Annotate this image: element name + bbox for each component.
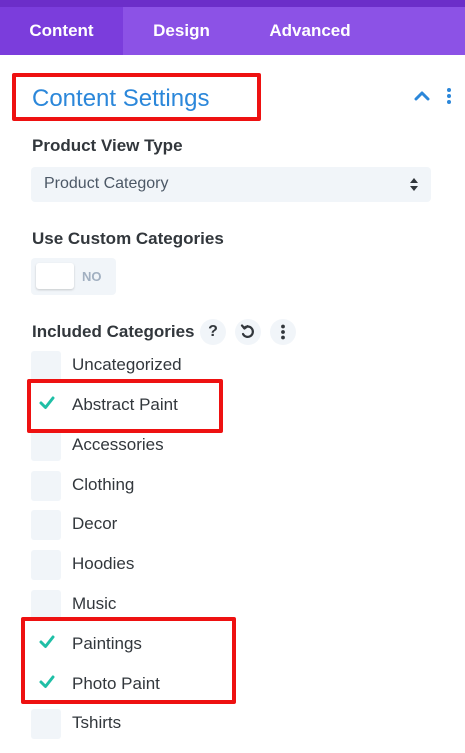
- settings-tab-bar: Content Design Advanced: [0, 0, 465, 55]
- category-label: Hoodies: [72, 554, 135, 573]
- category-label: Music: [72, 594, 117, 613]
- vertical-dots-icon[interactable]: [270, 319, 296, 345]
- category-item-hoodies[interactable]: Hoodies: [31, 550, 331, 580]
- category-label: Accessories: [72, 435, 164, 454]
- category-checkbox[interactable]: [31, 590, 61, 620]
- select-arrows-icon: [409, 176, 419, 193]
- tab-advanced[interactable]: Advanced: [240, 7, 380, 55]
- category-checkbox[interactable]: [31, 510, 61, 540]
- product-view-type-label: Product View Type: [32, 136, 183, 155]
- tab-content[interactable]: Content: [0, 7, 123, 55]
- custom-categories-toggle[interactable]: NO: [31, 258, 116, 295]
- highlight-box: [21, 617, 236, 704]
- highlight-box: [27, 379, 223, 433]
- category-item-uncategorized[interactable]: Uncategorized: [31, 351, 331, 381]
- section-title: Content Settings: [32, 85, 210, 112]
- category-label: Tshirts: [72, 713, 122, 732]
- category-checkbox[interactable]: [31, 431, 61, 461]
- category-item-decor[interactable]: Decor: [31, 510, 331, 540]
- category-item-accessories[interactable]: Accessories: [31, 431, 331, 461]
- category-item-clothing[interactable]: Clothing: [31, 471, 331, 501]
- help-icon[interactable]: ?: [200, 319, 226, 345]
- toggle-knob: [36, 263, 74, 289]
- content-settings-header[interactable]: Content Settings: [0, 73, 465, 121]
- vertical-dots-icon[interactable]: [442, 86, 456, 106]
- category-checkbox[interactable]: [31, 351, 61, 381]
- category-checkbox[interactable]: [31, 709, 61, 739]
- category-checkbox[interactable]: [31, 550, 61, 580]
- category-checkbox[interactable]: [31, 471, 61, 501]
- category-label: Clothing: [72, 475, 135, 494]
- category-item-tshirts[interactable]: Tshirts: [31, 709, 331, 739]
- category-item-music[interactable]: Music: [31, 590, 331, 620]
- chevron-up-icon[interactable]: [412, 86, 432, 106]
- toggle-state-text: NO: [82, 269, 102, 284]
- use-custom-categories-label: Use Custom Categories: [32, 229, 224, 248]
- product-view-type-select[interactable]: Product Category: [31, 167, 431, 202]
- category-label: Decor: [72, 514, 118, 533]
- undo-icon[interactable]: [235, 319, 261, 345]
- select-value: Product Category: [44, 175, 169, 192]
- tab-design[interactable]: Design: [123, 7, 240, 55]
- included-categories-label: Included Categories: [32, 322, 195, 341]
- category-label: Uncategorized: [72, 355, 182, 374]
